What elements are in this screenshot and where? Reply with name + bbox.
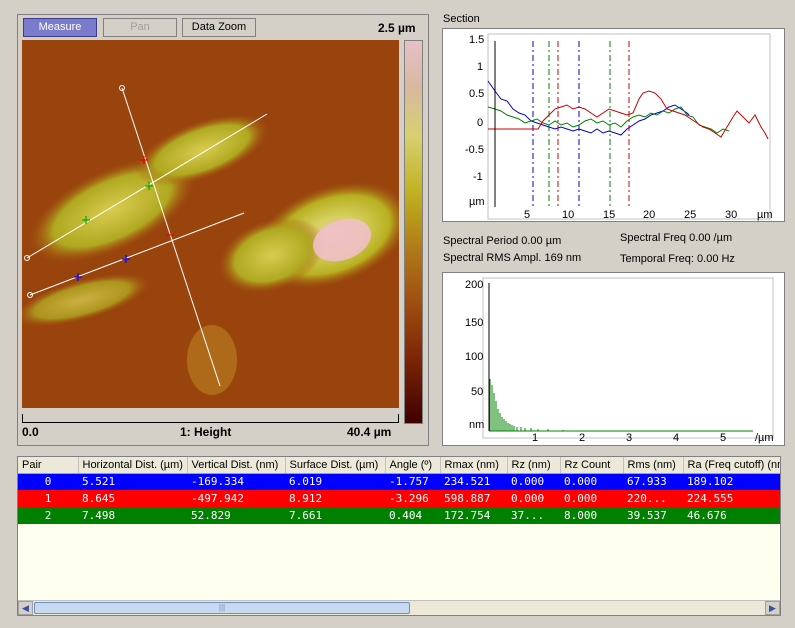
results-table: Pair Horizontal Dist. (µm) Vertical Dist… — [18, 457, 780, 524]
spectral-period: Spectral Period 0.00 µm — [443, 235, 562, 247]
table-cell: 7.661 — [289, 509, 323, 522]
column-header[interactable]: Rz (nm) — [507, 457, 561, 474]
table-cell: 0.000 — [564, 492, 598, 505]
table-cell: 7.498 — [82, 509, 116, 522]
section-x-tick: 15 — [603, 209, 616, 221]
table-cell: 598.887 — [444, 492, 491, 505]
table-cell: -497.942 — [191, 492, 244, 505]
table-row[interactable]: 0 5.521 -169.334 6.019 -1.757 234.521 0.000 0.0… — [18, 473, 780, 490]
section-x-tick: 10 — [562, 209, 575, 221]
spectrum-x-tick: 3 — [626, 432, 633, 444]
spectrum-y-tick: 200 — [465, 279, 484, 291]
x-start-label: 0.0 — [22, 425, 39, 439]
column-header[interactable]: Surface Dist. (µm) — [285, 457, 386, 474]
table-cell: 0 — [44, 475, 52, 489]
section-y-unit: µm — [469, 196, 485, 208]
data-zoom-button[interactable]: Data Zoom — [182, 18, 256, 37]
horizontal-scrollbar[interactable]: ◀ ||| ▶ — [18, 600, 780, 615]
x-axis-line — [22, 414, 399, 423]
section-y-tick: 1.5 — [469, 34, 485, 46]
color-scale-bar — [404, 40, 423, 424]
table-cell: 2 — [44, 509, 52, 522]
table-cell: -169.334 — [191, 475, 244, 489]
table-cell: 0.000 — [564, 475, 598, 489]
scale-max-label: 2.5 µm — [378, 21, 416, 35]
section-chart[interactable]: 1.5 1 0.5 0 -0.5 -1 µm 5 10 15 20 25 30 … — [442, 28, 785, 222]
spectrum-chart-svg — [482, 277, 774, 439]
section-x-unit: µm — [757, 209, 773, 221]
spectrum-x-tick: 2 — [579, 432, 586, 444]
spectrum-x-tick: 1 — [532, 432, 539, 444]
spectrum-x-unit: /µm — [755, 432, 774, 444]
temporal-freq: Temporal Freq: 0.00 Hz — [620, 253, 735, 265]
spectrum-chart[interactable]: 200 150 100 50 nm 1 2 3 4 5 /µm — [442, 272, 785, 446]
table-cell: -1.757 — [389, 475, 429, 489]
table-cell: 224.555 — [687, 492, 734, 505]
spectral-rms: Spectral RMS Ampl. 169 nm — [443, 252, 582, 264]
height-image[interactable] — [22, 40, 399, 408]
column-header[interactable]: Rz Count — [560, 457, 624, 474]
table-cell: 6.019 — [289, 475, 323, 489]
section-y-tick: 1 — [477, 61, 484, 73]
table-cell: 189.102 — [687, 475, 734, 489]
x-end-label: 40.4 µm — [347, 425, 392, 439]
height-map-svg — [22, 40, 399, 408]
section-title: Section — [443, 13, 480, 25]
spectrum-x-tick: 5 — [720, 432, 727, 444]
column-header[interactable]: Pair — [18, 457, 79, 474]
table-row[interactable]: 1 8.645 -497.942 8.912 -3.296 598.887 0.000 0.0… — [18, 490, 780, 507]
table-cell: 52.829 — [191, 509, 231, 522]
table-cell: 37... — [511, 509, 545, 522]
table-cell: 39.537 — [627, 509, 667, 522]
table-cell: 0.000 — [511, 475, 545, 489]
spectrum-y-tick: 100 — [465, 351, 484, 363]
table-cell: 8.645 — [82, 492, 116, 505]
table-cell: 234.521 — [444, 475, 491, 489]
table-cell: 8.000 — [564, 509, 598, 522]
spectrum-x-tick: 4 — [673, 432, 680, 444]
table-cell: 0.000 — [511, 492, 545, 505]
section-y-tick: 0.5 — [469, 88, 485, 100]
pan-button[interactable]: Pan — [103, 18, 177, 37]
column-header[interactable]: Angle (º) — [385, 457, 441, 474]
table-cell: 220... — [627, 492, 667, 505]
section-x-tick: 25 — [684, 209, 697, 221]
scroll-left-button[interactable]: ◀ — [18, 601, 33, 615]
section-x-tick: 30 — [725, 209, 738, 221]
spectrum-y-tick: 50 — [471, 386, 484, 398]
section-x-tick: 5 — [524, 209, 531, 221]
column-header[interactable]: Rmax (nm) — [440, 457, 508, 474]
section-y-tick: 0 — [477, 117, 484, 129]
table-cell: 5.521 — [82, 475, 116, 489]
channel-label: 1: Height — [180, 425, 232, 439]
section-y-tick: -1 — [473, 171, 483, 183]
scroll-right-button[interactable]: ▶ — [765, 601, 780, 615]
section-x-tick: 20 — [643, 209, 656, 221]
column-header[interactable]: Horizontal Dist. (µm) — [78, 457, 188, 474]
section-y-tick: -0.5 — [465, 144, 484, 156]
column-header[interactable]: Ra (Freq cutoff) (nm) — [683, 457, 780, 474]
table-cell: 172.754 — [444, 509, 491, 522]
table-cell: 1 — [44, 492, 52, 505]
table-cell: 8.912 — [289, 492, 323, 505]
measure-button[interactable]: Measure — [23, 18, 97, 37]
table-cell: -3.296 — [389, 492, 429, 505]
spectrum-y-tick: 150 — [465, 317, 484, 329]
table-cell: 67.933 — [627, 475, 667, 489]
table-cell: 0.404 — [389, 509, 423, 522]
spectrum-y-unit: nm — [469, 419, 485, 431]
table-header-row: Pair Horizontal Dist. (µm) Vertical Dist… — [18, 457, 780, 474]
spectral-freq: Spectral Freq 0.00 /µm — [620, 232, 733, 244]
column-header[interactable]: Rms (nm) — [623, 457, 684, 474]
table-cell: 46.676 — [687, 509, 727, 522]
section-chart-svg — [487, 33, 771, 220]
scroll-thumb[interactable]: ||| — [34, 602, 410, 614]
column-header[interactable]: Vertical Dist. (nm) — [187, 457, 286, 474]
results-table-panel: Pair Horizontal Dist. (µm) Vertical Dist… — [17, 456, 781, 616]
table-row[interactable]: 2 7.498 52.829 7.661 0.404 172.754 37... 8.000 3… — [18, 507, 780, 524]
